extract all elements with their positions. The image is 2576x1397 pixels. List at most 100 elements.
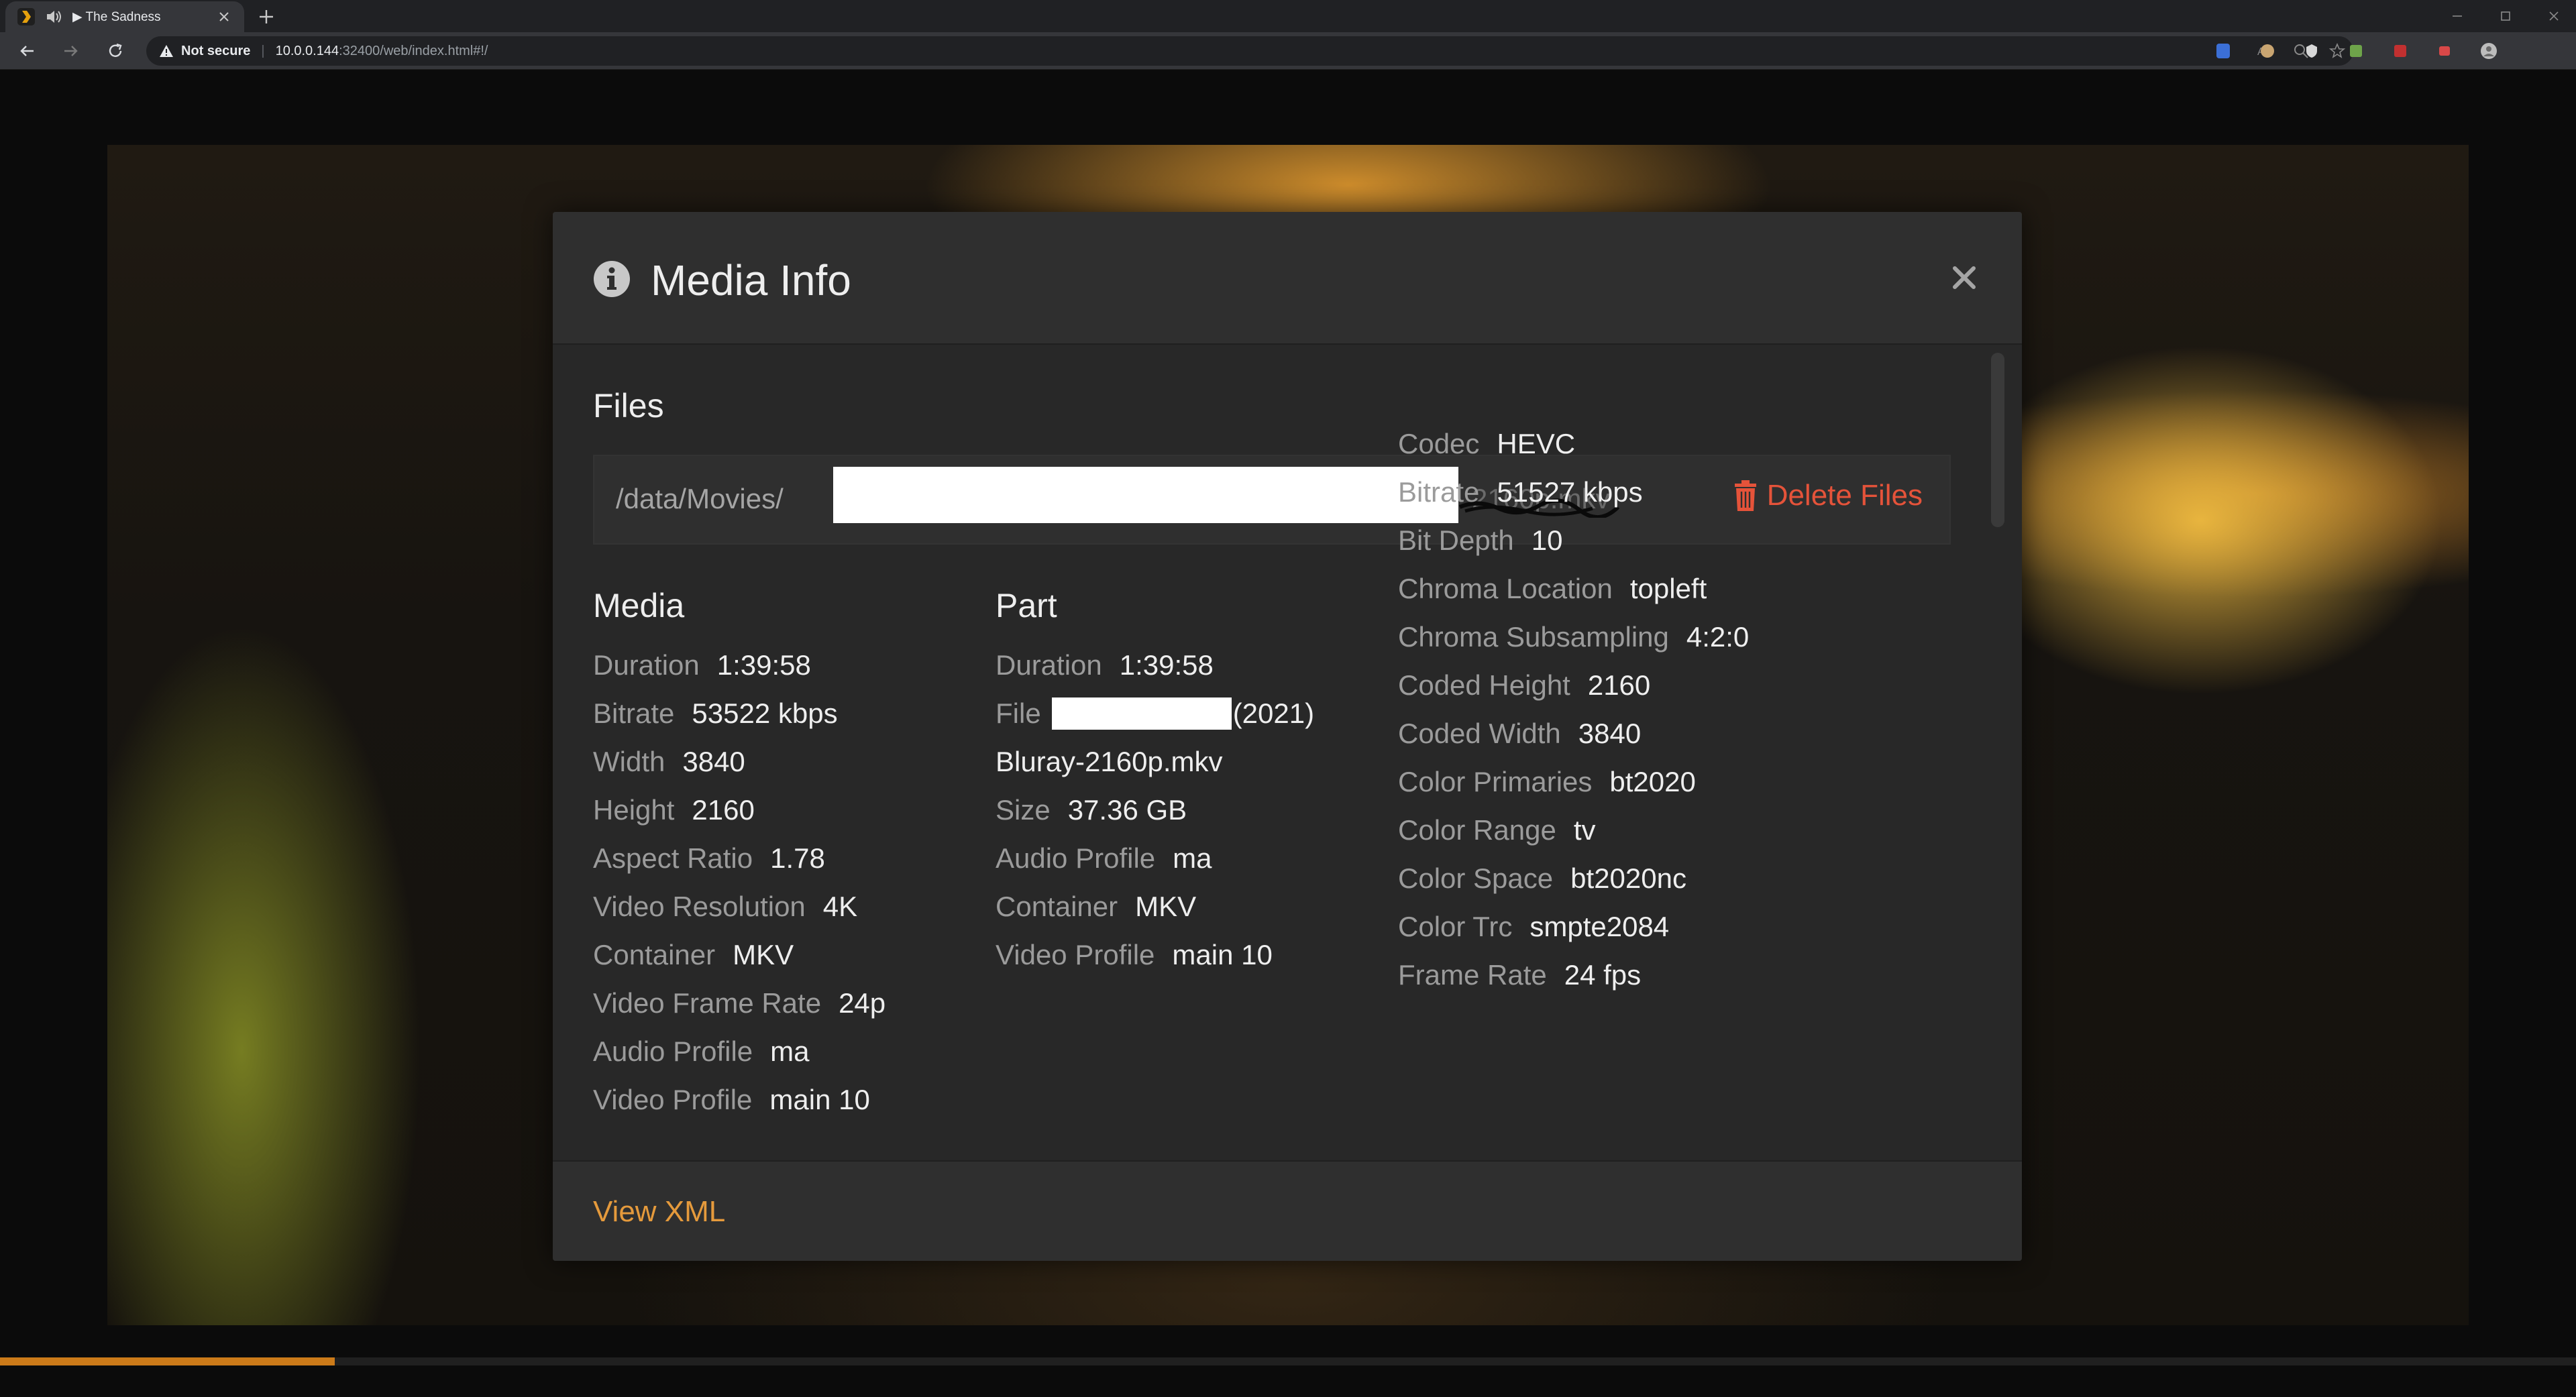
attribute-row: Chroma Subsampling 4:2:0 [1398, 613, 1749, 661]
attribute-value: (2021) [1232, 697, 1315, 729]
playback-progress-bar[interactable] [0, 1357, 2576, 1365]
attribute-row: Size 37.36 GB [996, 786, 1314, 834]
attribute-label: Height [593, 794, 675, 826]
attribute-value: MKV [1135, 891, 1197, 922]
attribute-value: tv [1573, 814, 1596, 846]
attribute-label: Container [593, 939, 716, 970]
forward-icon[interactable] [60, 40, 82, 62]
attribute-row: Frame Rate 24 fps [1398, 951, 1749, 999]
attribute-label: Bitrate [1398, 476, 1480, 508]
attribute-value: 1:39:58 [716, 649, 811, 681]
attribute-value: 1:39:58 [1119, 649, 1214, 681]
attribute-row: Bitrate 51527 kbps [1398, 468, 1749, 516]
attribute-row: Video Profile main 10 [593, 1076, 885, 1124]
bitwarden-extension-icon[interactable] [2214, 42, 2233, 60]
attribute-row: Container MKV [593, 931, 885, 979]
dialog-scrollbar-thumb[interactable] [1991, 353, 2004, 527]
green-extension-icon[interactable] [2347, 42, 2365, 60]
plex-favicon-icon [17, 8, 35, 25]
attribute-value: main 10 [769, 1084, 870, 1115]
attribute-row: Coded Width 3840 [1398, 710, 1749, 758]
attribute-label: Duration [996, 649, 1102, 681]
attribute-label: Container [996, 891, 1118, 922]
extension-icons [2214, 42, 2498, 60]
stream-attributes: Codec HEVC Bitrate 51527 kbps Bit Depth 10 Chr… [1398, 420, 1749, 999]
attribute-label: Color Trc [1398, 911, 1513, 942]
attribute-label: File [996, 697, 1041, 729]
security-label[interactable]: Not secure [181, 44, 250, 59]
attribute-label: Codec [1398, 428, 1480, 459]
address-bar[interactable]: Not secure | 10.0.0.144 :32400/web/index… [146, 36, 2353, 66]
attribute-label: Chroma Subsampling [1398, 621, 1669, 653]
part-column: Part Duration 1:39:58 File (2021) Bluray… [996, 586, 1314, 979]
dialog-title: Media Info [651, 256, 851, 304]
attribute-value: MKV [733, 939, 794, 970]
attribute-value: 53522 kbps [692, 697, 838, 729]
dialog-scrollbar[interactable] [1988, 353, 2007, 1154]
close-icon[interactable] [1949, 263, 1979, 292]
attribute-label: Aspect Ratio [593, 842, 753, 874]
puzzle-extension-icon[interactable] [2435, 42, 2454, 60]
attribute-row: Width 3840 [593, 738, 885, 786]
red-extension-icon[interactable] [2391, 42, 2410, 60]
speaker-icon[interactable] [44, 7, 63, 26]
attribute-label: Video Profile [996, 939, 1155, 970]
browser-toolbar: Not secure | 10.0.0.144 :32400/web/index… [0, 32, 2576, 70]
cookie-extension-icon[interactable] [2258, 42, 2277, 60]
attribute-row: Coded Height 2160 [1398, 661, 1749, 710]
url-host: 10.0.0.144 [275, 43, 339, 58]
dialog-footer: View XML [553, 1160, 2022, 1261]
redaction-block [833, 467, 1458, 523]
attribute-row: Duration 1:39:58 [593, 641, 885, 689]
attribute-row: Chroma Location topleft [1398, 565, 1749, 613]
restore-icon[interactable] [2496, 7, 2516, 25]
attribute-label: Bit Depth [1398, 524, 1514, 556]
new-tab-icon[interactable] [255, 5, 278, 28]
attribute-value: 37.36 GB [1067, 794, 1187, 826]
playback-progress-fill [0, 1357, 335, 1365]
attribute-value: topleft [1629, 573, 1707, 604]
attribute-row: Container MKV [996, 883, 1314, 931]
attribute-label: Video Frame Rate [593, 987, 822, 1019]
dialog-header: Media Info [553, 212, 2022, 345]
attribute-value: 1.78 [770, 842, 825, 874]
media-info-dialog: Media Info Files /data/Movies/ 2160p.mkv [553, 212, 2022, 1261]
minimize-icon[interactable] [2447, 7, 2467, 25]
media-column: Media Duration 1:39:58 Bitrate 53522 kbps Wi… [593, 586, 885, 1124]
delete-files-label: Delete Files [1766, 479, 1923, 512]
player-page: Media Info Files /data/Movies/ 2160p.mkv [0, 70, 2576, 1397]
attribute-value: 2160 [1587, 669, 1651, 701]
delete-files-button[interactable]: Delete Files [1733, 479, 1923, 512]
attribute-label: Color Primaries [1398, 766, 1593, 797]
attribute-label: Color Range [1398, 814, 1556, 846]
browser-tab[interactable]: ▶ The Sadness [5, 1, 244, 32]
tab-close-icon[interactable] [216, 9, 232, 25]
attribute-value: ma [770, 1036, 810, 1067]
address-separator: | [261, 43, 265, 58]
window-close-icon[interactable] [2544, 7, 2564, 25]
attribute-value: main 10 [1172, 939, 1273, 970]
attribute-label: Audio Profile [996, 842, 1156, 874]
profile-avatar-icon[interactable] [2479, 42, 2498, 60]
files-heading: Files [593, 387, 664, 425]
attribute-value: 2160 [692, 794, 755, 826]
attribute-row: Audio Profile ma [593, 1027, 885, 1076]
reload-icon[interactable] [105, 40, 126, 62]
attribute-value: 3840 [682, 746, 745, 777]
url-path: :32400/web/index.html#!/ [339, 43, 488, 58]
file-path: /data/Movies/ [616, 483, 784, 514]
shield-extension-icon[interactable] [2302, 42, 2321, 60]
warning-icon[interactable] [158, 43, 174, 59]
stream-column: Codec HEVC Bitrate 51527 kbps Bit Depth 10 Chr… [1398, 420, 1749, 999]
attribute-row: Duration 1:39:58 [996, 641, 1314, 689]
back-icon[interactable] [16, 40, 38, 62]
browser-tabstrip: ▶ The Sadness [0, 0, 2576, 32]
attribute-value: 3840 [1578, 718, 1642, 749]
part-heading: Part [996, 587, 1057, 624]
attribute-row: Bit Depth 10 [1398, 516, 1749, 565]
attribute-label: Frame Rate [1398, 959, 1547, 991]
media-attributes: Duration 1:39:58 Bitrate 53522 kbps Width 384… [593, 641, 885, 1124]
attribute-label: Chroma Location [1398, 573, 1613, 604]
view-xml-link[interactable]: View XML [593, 1195, 725, 1229]
attribute-row: Bitrate 53522 kbps [593, 689, 885, 738]
